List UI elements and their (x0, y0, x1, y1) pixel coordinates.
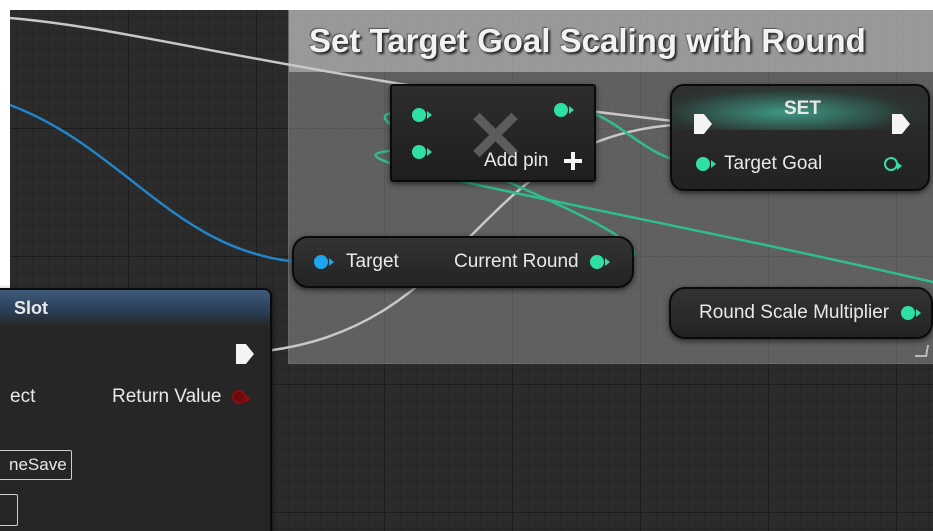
slot-return-value-label: Return Value (112, 386, 222, 407)
current-round-label: Current Round (454, 251, 579, 272)
slot-object-label: ect (10, 386, 36, 407)
canvas-top-edge (0, 0, 933, 10)
user-index-field[interactable] (0, 494, 18, 526)
add-output-pin[interactable] (554, 103, 574, 117)
comment-resize-handle[interactable] (914, 345, 930, 357)
set-target-goal-input-pin[interactable] (696, 157, 716, 171)
target-input-pin[interactable] (314, 255, 334, 269)
slot-exec-out-icon[interactable] (236, 344, 254, 364)
target-label: Target (346, 251, 399, 272)
set-target-goal-output-pin[interactable] (884, 157, 902, 171)
blueprint-graph-canvas[interactable]: Set Target Goal Scaling with Round Add p… (0, 0, 933, 531)
set-node[interactable]: SET Target Goal (670, 84, 930, 191)
add-input-pin-a[interactable] (412, 108, 432, 122)
round-scale-multiplier-node[interactable]: Round Scale Multiplier (669, 287, 933, 339)
get-current-round-node[interactable]: Target Current Round (292, 236, 634, 288)
set-target-goal-label: Target Goal (724, 153, 823, 174)
round-scale-multiplier-label: Round Scale Multiplier (699, 302, 890, 323)
current-round-output-pin[interactable] (590, 255, 610, 269)
comment-header[interactable]: Set Target Goal Scaling with Round (289, 10, 933, 72)
slot-node[interactable]: Slot ect Return Value neSave (0, 288, 272, 531)
slot-name-value: neSave (9, 455, 67, 474)
add-input-pin-b[interactable] (412, 145, 432, 159)
add-node[interactable]: Add pin (390, 84, 596, 182)
slot-return-value-pin[interactable] (232, 390, 251, 404)
round-scale-multiplier-output-pin[interactable] (901, 306, 921, 320)
comment-title[interactable]: Set Target Goal Scaling with Round (309, 22, 866, 60)
set-node-title: SET (784, 98, 821, 119)
object-wire-target (9, 103, 319, 265)
add-pin-plus-icon[interactable] (564, 152, 582, 170)
slot-node-title: Slot (14, 298, 48, 318)
slot-name-field[interactable]: neSave (0, 450, 72, 480)
add-pin-label[interactable]: Add pin (484, 150, 548, 172)
